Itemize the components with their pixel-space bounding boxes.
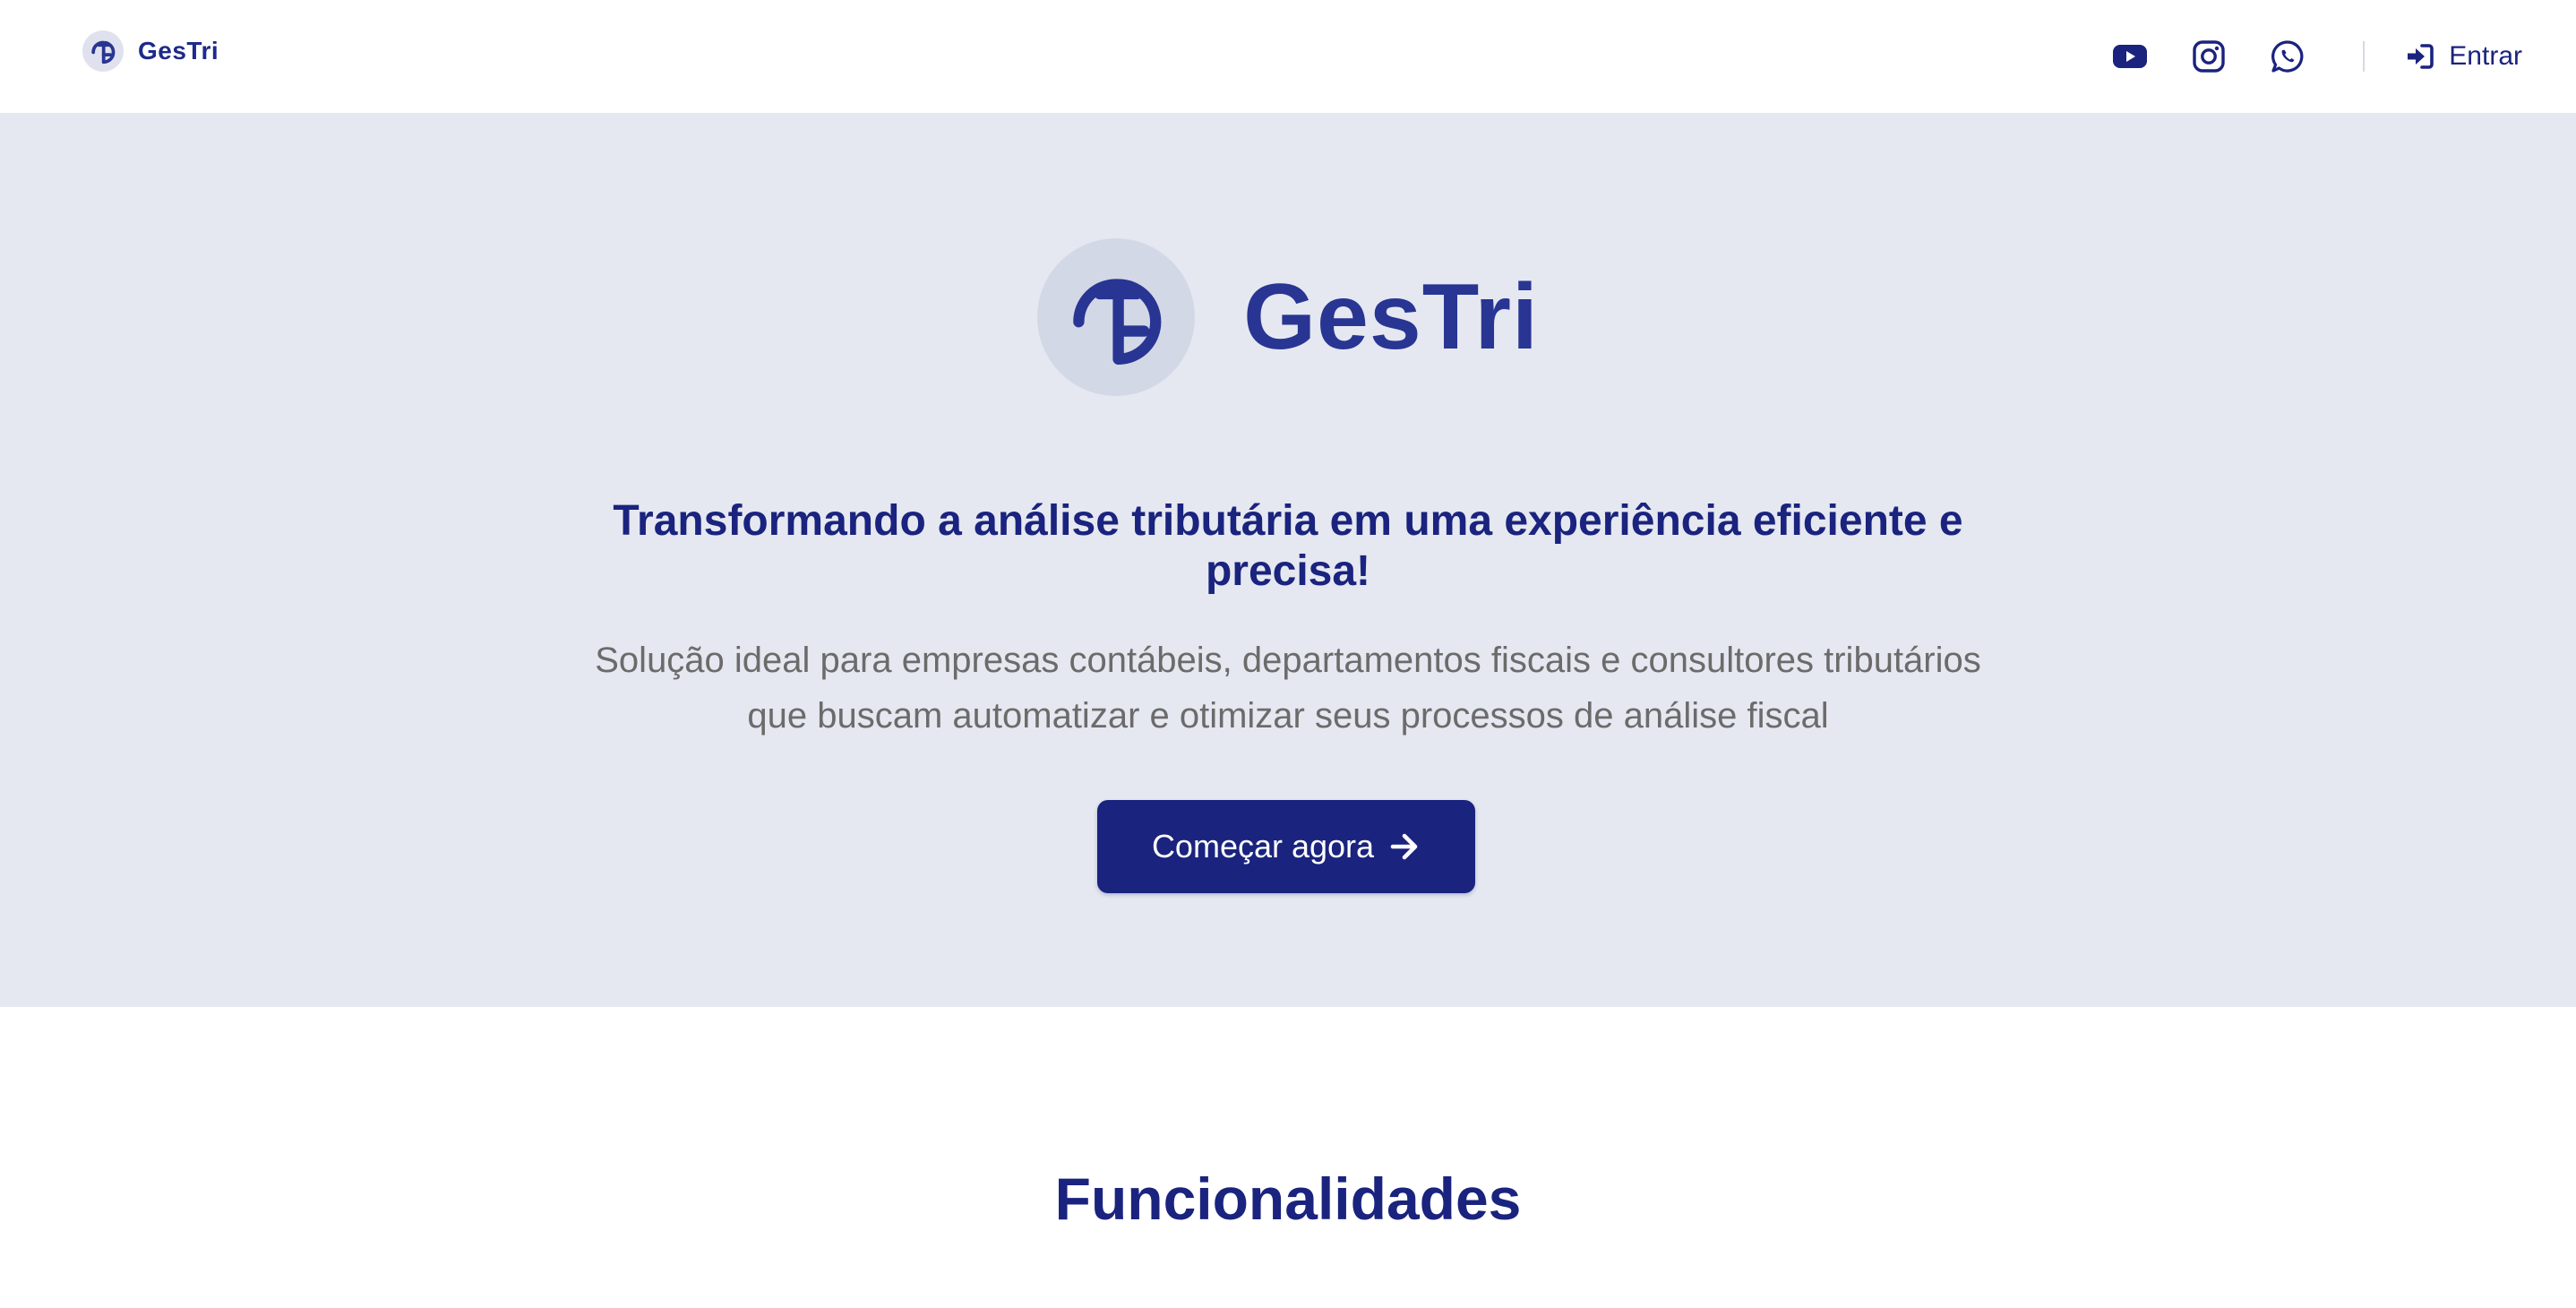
start-now-button[interactable]: Começar agora xyxy=(1097,800,1475,893)
whatsapp-icon[interactable] xyxy=(2268,37,2307,76)
login-label: Entrar xyxy=(2449,41,2522,71)
youtube-icon[interactable] xyxy=(2110,37,2150,76)
hero-brand-name: GesTri xyxy=(1243,264,1539,369)
hero-subheading: Solução ideal para empresas contábeis, d… xyxy=(595,641,1981,736)
gestri-hero-logo-icon xyxy=(1037,238,1196,396)
hero-brand: GesTri xyxy=(0,238,2576,396)
brand-home-link[interactable]: GesTri xyxy=(82,29,219,73)
header-actions: Entrar xyxy=(2110,29,2522,84)
hero-section: GesTri Transformando a análise tributári… xyxy=(0,113,2576,1007)
login-link[interactable]: Entrar xyxy=(2406,41,2522,72)
brand-name: GesTri xyxy=(138,37,219,65)
sign-in-icon xyxy=(2406,42,2434,71)
instagram-icon[interactable] xyxy=(2189,37,2228,76)
start-now-label: Começar agora xyxy=(1151,828,1375,865)
gestri-logo-icon xyxy=(82,30,124,72)
features-title: Funcionalidades xyxy=(1054,1166,1522,1232)
hero-heading: Transformando a análise tributária em um… xyxy=(613,497,1963,595)
header-divider xyxy=(2363,41,2366,72)
arrow-right-icon xyxy=(1388,830,1421,863)
top-navbar: GesTri Entrar xyxy=(0,0,2576,113)
